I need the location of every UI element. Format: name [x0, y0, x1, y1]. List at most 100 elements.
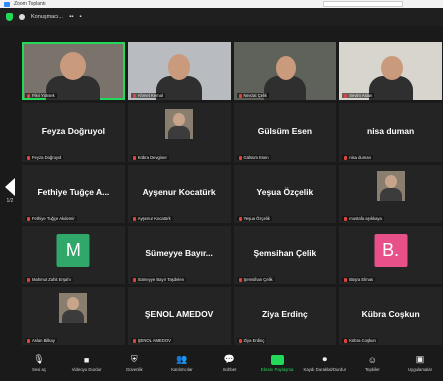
- mic-muted-icon: [27, 93, 30, 98]
- participant-caption-text: Gülsüm Esen: [243, 155, 269, 160]
- chat-icon: 💬: [223, 354, 236, 364]
- window-title: Zoom Toplantı: [14, 1, 46, 7]
- participant-caption-text: Fikri Yüksek: [32, 93, 55, 98]
- participant-name-caption: Ayşenur Kocatürk: [130, 216, 173, 221]
- toolbar-label: Ekranı Paylaşma: [260, 367, 294, 372]
- participant-caption-text: Mahmut Zahit Erşahı: [32, 277, 71, 282]
- participants-icon: 👥: [176, 354, 188, 364]
- mic-muted-icon: [238, 338, 242, 343]
- participant-tile[interactable]: Şemsihan Çelik Şemsihan Çelik: [233, 226, 337, 284]
- gallery-view-icon[interactable]: ▪▪: [69, 14, 73, 20]
- participant-video-feed: [22, 42, 125, 100]
- toolbar-label: Güvenlik: [125, 367, 143, 372]
- participant-tile[interactable]: Ayşenur Kocatürk Ayşenur Kocatürk: [127, 165, 231, 223]
- chevron-left-icon: [5, 178, 15, 196]
- participant-name-caption: Kübra Coşkun: [342, 338, 378, 343]
- titlebar-search-box[interactable]: [323, 1, 403, 7]
- mic-muted-icon: [344, 338, 348, 343]
- participant-tile[interactable]: Ziya Erdinç Ziya Erdinç: [233, 287, 337, 345]
- mic-muted-icon: [344, 93, 348, 98]
- shield-icon: ⛨: [130, 354, 138, 364]
- record-button[interactable]: ⏺ Kaydı Duraklat/Durdur: [304, 354, 347, 381]
- participant-tile[interactable]: Fethiye Tuğçe A... Fethiye Tuğçe Akdemir: [22, 165, 125, 223]
- participant-tile[interactable]: Gülsüm Esen Gülsüm Esen: [233, 103, 337, 162]
- participant-name-caption: Feyza Doğruyol: [25, 155, 64, 160]
- participant-tile[interactable]: Aslan Bilkay: [22, 287, 125, 345]
- mic-muted-icon: [27, 155, 30, 160]
- microphone-icon: 🎙: [33, 354, 45, 364]
- participant-video-feed: [234, 42, 337, 100]
- participant-profile-photo: [59, 293, 88, 323]
- microphone-button[interactable]: 🎙 Sesi aç: [22, 354, 56, 381]
- encryption-shield-icon[interactable]: [6, 13, 13, 21]
- participant-tile[interactable]: Kübra Coşkun Kübra Coşkun: [339, 287, 442, 345]
- participant-name-caption: nisa duman: [342, 155, 373, 160]
- participant-name-caption: mustafa aşıkkaya: [342, 216, 384, 221]
- mic-muted-icon: [238, 93, 242, 98]
- apps-button[interactable]: ▣ Uygulamalar: [403, 354, 437, 381]
- participant-tile[interactable]: Nevzat Çelik: [233, 42, 337, 100]
- participant-name-caption: Sevim Aslan: [342, 93, 375, 98]
- chat-button[interactable]: 💬 Sohbet: [213, 354, 247, 381]
- mic-muted-icon: [344, 155, 348, 160]
- participant-tile[interactable]: Kübra Devginer: [127, 103, 231, 162]
- mic-muted-icon: [132, 216, 136, 221]
- participant-display-name: Ziya Erdinç: [261, 309, 308, 319]
- toolbar-label: Sesi aç: [31, 367, 47, 372]
- participant-caption-text: Şemsihan Çelik: [243, 277, 273, 282]
- participant-name-caption: Mahmut Zahit Erşahı: [25, 277, 73, 282]
- participant-caption-text: nisa duman: [349, 155, 371, 160]
- participant-caption-text: mustafa aşıkkaya: [349, 216, 382, 221]
- mic-muted-icon: [344, 216, 348, 221]
- participant-tile[interactable]: M Mahmut Zahit Erşahı: [22, 226, 125, 284]
- participant-profile-photo: [376, 171, 405, 201]
- participant-display-name: Şemsihan Çelik: [253, 248, 317, 258]
- participant-tile[interactable]: nisa duman nisa duman: [339, 103, 442, 162]
- shield-button[interactable]: ⛨ Güvenlik: [117, 354, 151, 381]
- share-screen-button[interactable]: Ekranı Paylaşma: [260, 354, 294, 381]
- participant-caption-text: Sümeyye Bayır Taşdelen: [137, 277, 184, 282]
- video-camera-icon: ■: [83, 354, 90, 365]
- video-camera-button[interactable]: ■ Videoyu Durdur: [70, 354, 104, 381]
- reactions-button[interactable]: ☺ Tepkiler: [355, 354, 389, 381]
- mic-muted-icon: [238, 277, 242, 282]
- toolbar-label: Videoyu Durdur: [71, 367, 102, 372]
- toolbar-label: Katılımcılar: [171, 367, 193, 372]
- toolbar-label: Tepkiler: [364, 367, 380, 372]
- previous-page-button[interactable]: 1/2: [3, 178, 17, 208]
- participant-name-caption: Kübra Devginer: [130, 155, 169, 160]
- mic-muted-icon: [238, 155, 242, 160]
- mic-muted-icon: [132, 155, 136, 160]
- participant-caption-text: ŞENOL AMEDOV: [137, 338, 171, 343]
- participant-name-caption: Büşra Elmas: [342, 277, 375, 282]
- toolbar-label: Kaydı Duraklat/Durdur: [303, 367, 347, 372]
- participant-tile[interactable]: Sevim Aslan: [339, 42, 442, 100]
- participant-tile[interactable]: Sümeyye Bayır... Sümeyye Bayır Taşdelen: [127, 226, 231, 284]
- participant-display-name: Ayşenur Kocatürk: [142, 187, 216, 197]
- fullscreen-icon[interactable]: ▪: [79, 14, 81, 20]
- participant-name-caption: Ahmet Kemal: [130, 93, 165, 98]
- view-mode-label[interactable]: Konuşmacı...: [31, 14, 63, 20]
- participant-caption-text: Aslan Bilkay: [32, 338, 55, 343]
- participant-caption-text: Feyza Doğruyol: [32, 155, 62, 160]
- participant-tile[interactable]: ŞENOL AMEDOV ŞENOL AMEDOV: [127, 287, 231, 345]
- participant-caption-text: Sevim Aslan: [349, 93, 373, 98]
- participant-tile[interactable]: mustafa aşıkkaya: [339, 165, 442, 223]
- participant-caption-text: Yeşua Özçelik: [243, 216, 270, 221]
- participant-name-caption: Sümeyye Bayır Taşdelen: [130, 277, 186, 282]
- participant-tile[interactable]: B. Büşra Elmas: [339, 226, 442, 284]
- info-dot-icon[interactable]: [19, 14, 25, 20]
- participant-name-caption: Nevzat Çelik: [236, 93, 270, 98]
- participant-tile[interactable]: Feyza Doğruyol Feyza Doğruyol: [22, 103, 125, 162]
- participant-tile[interactable]: Fikri Yüksek: [22, 42, 125, 100]
- participant-display-name: nisa duman: [367, 125, 415, 136]
- participant-avatar: B.: [374, 234, 408, 267]
- participant-tile[interactable]: Yeşua Özçelik Yeşua Özçelik: [233, 165, 337, 223]
- participant-tile[interactable]: Ahmet Kemal: [127, 42, 231, 100]
- participant-display-name: Fethiye Tuğçe A...: [37, 187, 110, 197]
- participants-button[interactable]: 👥 Katılımcılar: [165, 354, 199, 381]
- participant-caption-text: Fethiye Tuğçe Akdemir: [32, 216, 75, 221]
- meeting-toolbar: 🎙 Sesi aç ■ Videoyu Durdur ⛨ Güvenlik 👥 Katılım…: [0, 351, 443, 381]
- participant-name-caption: Şemsihan Çelik: [236, 277, 275, 282]
- participant-caption-text: Kübra Coşkun: [349, 338, 376, 343]
